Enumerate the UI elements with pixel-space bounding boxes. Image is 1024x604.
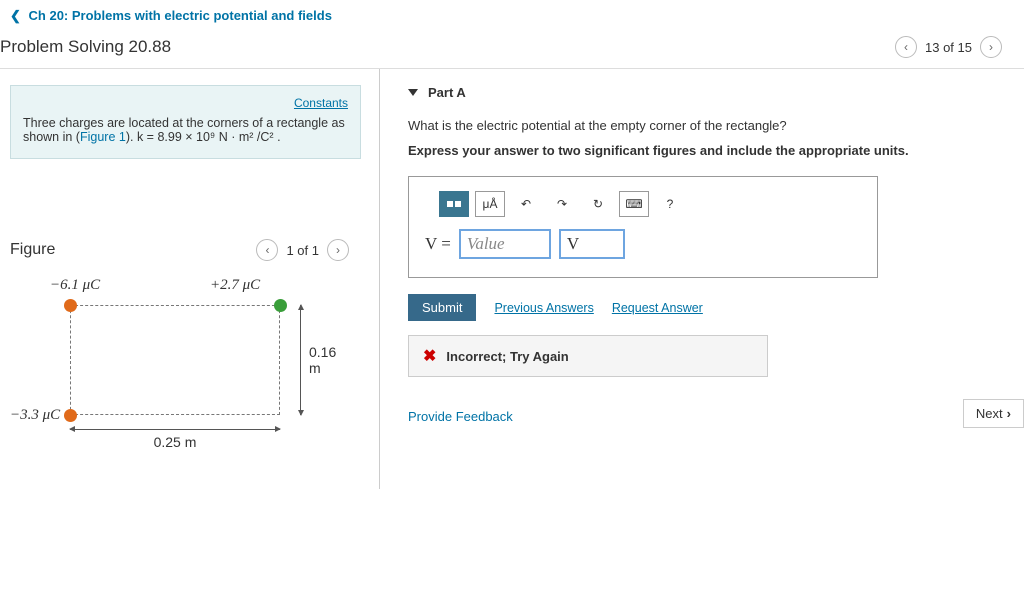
previous-answers-link[interactable]: Previous Answers — [494, 301, 593, 315]
problem-intro: Constants Three charges are located at t… — [10, 85, 361, 159]
incorrect-message: Incorrect; Try Again — [446, 349, 568, 364]
keyboard-button[interactable]: ⌨ — [619, 191, 649, 217]
value-input[interactable]: Value — [459, 229, 551, 259]
charge-label-top-left: −6.1 μC — [50, 277, 100, 294]
vertical-arrow-icon — [300, 305, 301, 415]
horizontal-dimension: 0.25 m — [70, 429, 280, 450]
charge-label-bottom-left: −3.3 μC — [10, 407, 60, 424]
chevron-left-icon: ❮ — [10, 8, 21, 23]
charge-dot-top-left — [64, 299, 77, 312]
answer-box: μÅ ↶ ↷ ↻ ⌨ ? V = Value V — [408, 176, 878, 278]
figure-next-button[interactable]: › — [327, 239, 349, 261]
figure-heading: Figure — [10, 241, 55, 259]
variable-label: V = — [425, 234, 451, 254]
vertical-dimension: 0.16 m — [300, 305, 336, 415]
prev-problem-button[interactable]: ‹ — [895, 36, 917, 58]
units-input[interactable]: V — [559, 229, 625, 259]
collapse-icon[interactable] — [408, 89, 418, 96]
intro-text-after: ). k = 8.99 × 10⁹ N · m² /C² . — [126, 130, 281, 144]
chapter-back-link[interactable]: ❮ Ch 20: Problems with electric potentia… — [10, 8, 332, 23]
constants-link[interactable]: Constants — [23, 96, 348, 110]
request-answer-link[interactable]: Request Answer — [612, 301, 703, 315]
instruction-text: Express your answer to two significant f… — [408, 143, 1004, 158]
figure-pager: 1 of 1 — [286, 243, 319, 258]
charge-label-top-right: +2.7 μC — [210, 277, 260, 294]
submit-button[interactable]: Submit — [408, 294, 476, 321]
reset-button[interactable]: ↻ — [583, 191, 613, 217]
feedback-banner: ✖ Incorrect; Try Again — [408, 335, 768, 377]
height-value: 0.16 m — [309, 344, 336, 376]
rectangle-outline — [70, 305, 280, 415]
part-label: Part A — [428, 85, 466, 100]
help-button[interactable]: ? — [655, 191, 685, 217]
charge-dot-bottom-left — [64, 409, 77, 422]
template-icon — [447, 201, 461, 207]
chapter-title: Ch 20: Problems with electric potential … — [29, 8, 332, 23]
incorrect-icon: ✖ — [423, 346, 436, 366]
undo-button[interactable]: ↶ — [511, 191, 541, 217]
question-text: What is the electric potential at the em… — [408, 118, 1004, 133]
next-label: Next — [976, 406, 1003, 421]
next-button[interactable]: Next › — [963, 399, 1024, 428]
horizontal-arrow-icon — [70, 429, 280, 430]
problem-pager: 13 of 15 — [925, 40, 972, 55]
chevron-right-icon: › — [1007, 406, 1011, 421]
figure-ref-link[interactable]: Figure 1 — [80, 130, 126, 144]
figure-diagram: −6.1 μC +2.7 μC −3.3 μC 0.16 m 0.25 m — [10, 269, 330, 469]
units-symbol-button[interactable]: μÅ — [475, 191, 505, 217]
figure-prev-button[interactable]: ‹ — [256, 239, 278, 261]
provide-feedback-link[interactable]: Provide Feedback — [408, 409, 1004, 424]
page-title: Problem Solving 20.88 — [0, 37, 171, 57]
width-value: 0.25 m — [154, 434, 197, 450]
template-button[interactable] — [439, 191, 469, 217]
next-problem-button[interactable]: › — [980, 36, 1002, 58]
redo-button[interactable]: ↷ — [547, 191, 577, 217]
charge-dot-top-right — [274, 299, 287, 312]
